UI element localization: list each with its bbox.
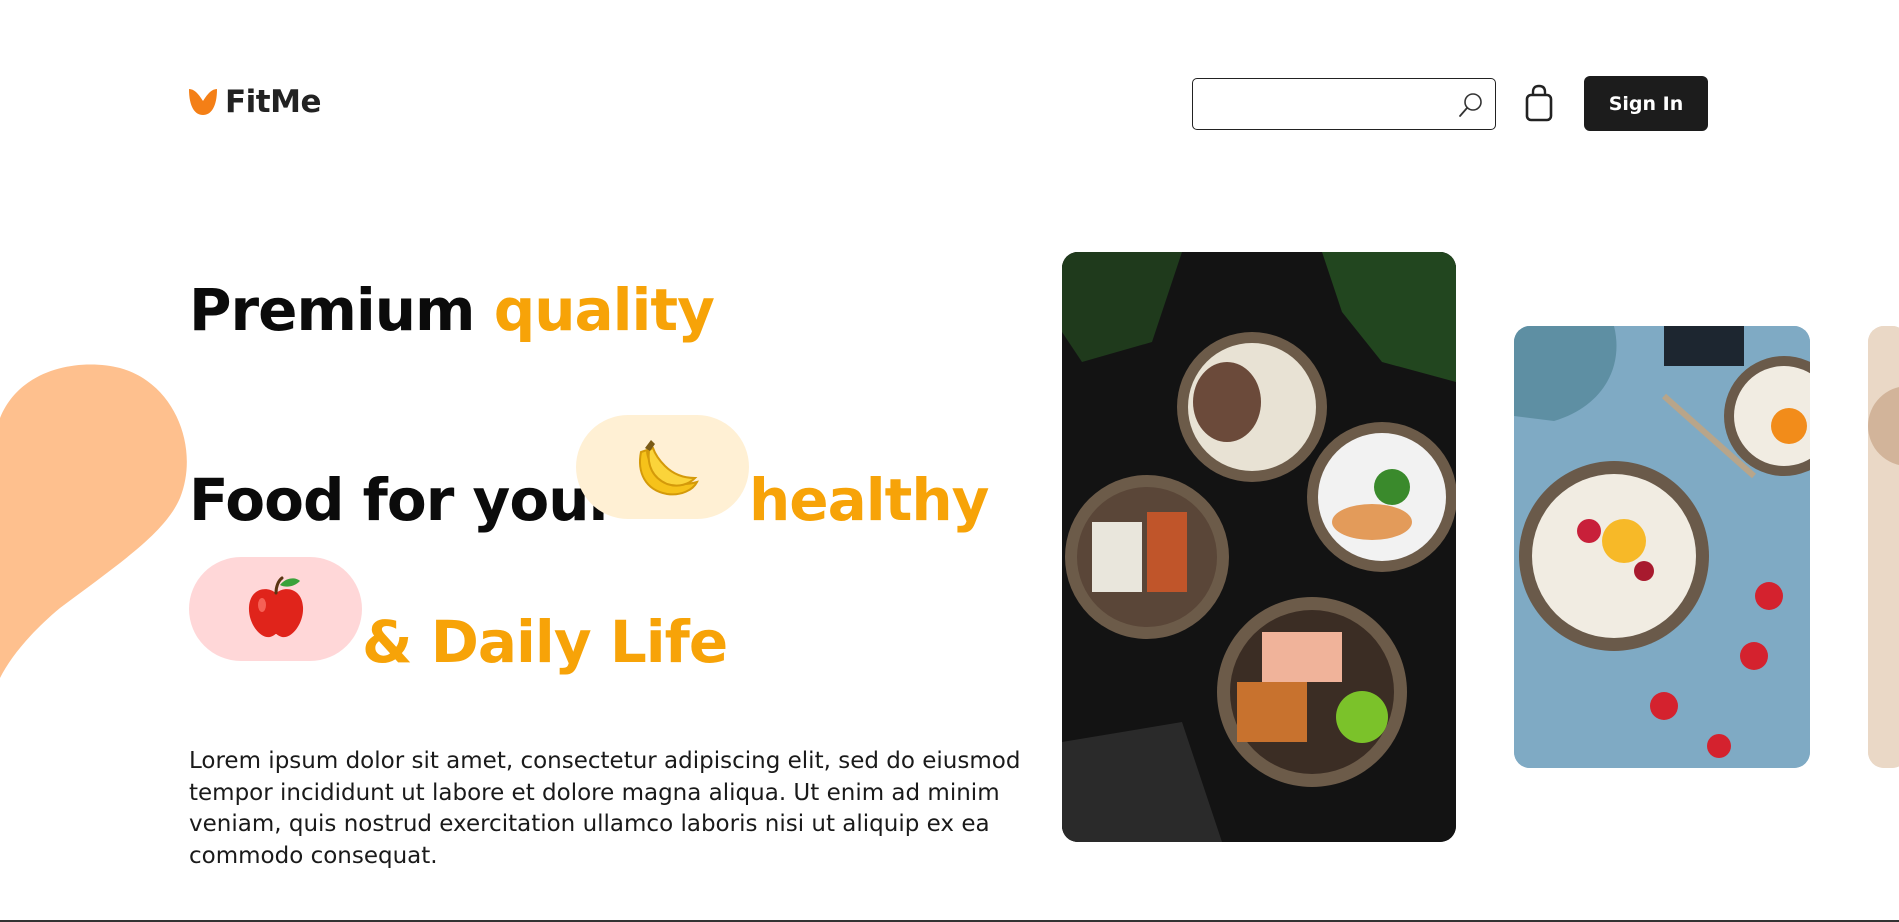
banana-pill — [576, 415, 749, 519]
hero-heading-quality: quality — [493, 276, 715, 344]
search-input[interactable] — [1203, 87, 1443, 121]
meal-bowls-image — [1062, 252, 1456, 842]
apple-pill — [189, 557, 362, 661]
partial-image — [1868, 326, 1899, 768]
hero-heading-food-for-your: Food for your — [189, 466, 617, 534]
hero-heading-premium: Premium — [189, 276, 475, 344]
hero-heading-healthy: healthy — [749, 466, 989, 534]
hero-heading-healthy-text: healthy — [749, 466, 989, 534]
banana-icon — [638, 440, 699, 496]
search-icon[interactable] — [1457, 91, 1485, 119]
sign-in-button[interactable]: Sign In — [1584, 76, 1708, 131]
oatmeal-fruit-photo — [1514, 326, 1810, 768]
hero-description: Lorem ipsum dolor sit amet, consectetur … — [189, 748, 1021, 869]
hero-heading-line-3: & Daily Life — [362, 608, 728, 676]
logo-mark-icon — [189, 89, 217, 115]
decorative-blob — [0, 364, 187, 678]
hero-heading-line-2: Food for your — [189, 466, 617, 534]
oatmeal-fruit-image — [1514, 326, 1810, 768]
logo[interactable]: FitMe — [187, 84, 322, 120]
hero-heading-daily-life: & Daily Life — [362, 608, 728, 676]
hero-heading-line-1: Premium quality — [189, 276, 715, 344]
partial-photo — [1868, 326, 1899, 768]
meal-bowls-photo — [1062, 252, 1456, 842]
shopping-bag-icon[interactable] — [1524, 84, 1554, 122]
apple-icon — [248, 576, 303, 638]
search-box[interactable] — [1192, 78, 1496, 130]
logo-text: FitMe — [225, 84, 322, 120]
